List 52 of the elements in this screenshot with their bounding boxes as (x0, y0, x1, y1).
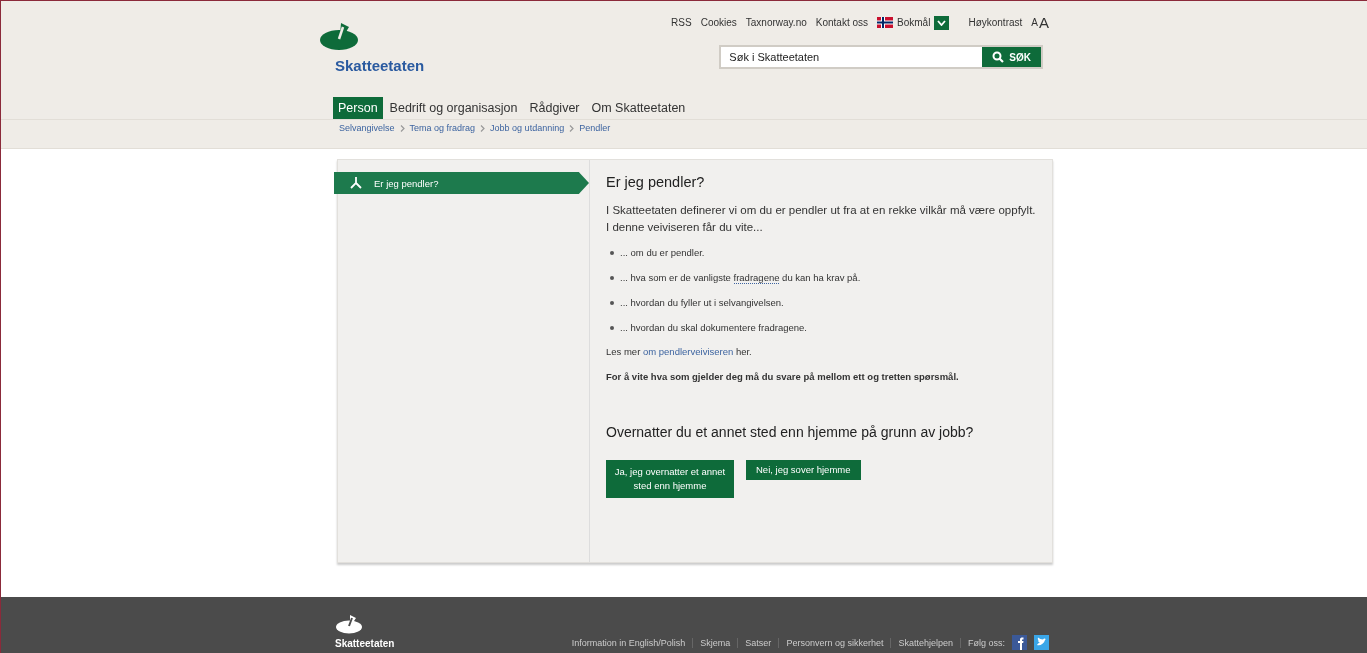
font-size-small-link[interactable]: A (1031, 17, 1038, 28)
language-dropdown-button[interactable] (934, 15, 950, 30)
bullet-item: ... hvordan du fyller ut i selvangivelsen. (620, 296, 784, 309)
read-more-text: Les mer om pendlerveiviseren her. (606, 346, 753, 357)
chevron-icon (399, 124, 405, 132)
bullet-icon (610, 300, 614, 305)
bullet-item: ... hva som er de vanligste fradragene du kan ha krav på. (620, 271, 861, 284)
nav-tab[interactable]: Person (333, 97, 383, 119)
chevron-icon (569, 124, 575, 132)
bullet-icon (610, 250, 614, 255)
bullet-item: ... om du er pendler. (620, 246, 705, 259)
page-title: Er jeg pendler? (606, 174, 706, 190)
top-link[interactable]: RSS (671, 17, 692, 28)
footer-logo-text[interactable]: Skatteetaten (335, 638, 395, 649)
note-text: For å vite hva som gjelder deg må du svare på mellom ett og tretten spørsmål. (606, 371, 960, 382)
chevron-icon (480, 124, 486, 132)
top-link[interactable]: Taxnorway.no (745, 17, 807, 28)
flag-icon (877, 17, 894, 28)
step-item[interactable]: Er jeg pendler? (334, 172, 589, 194)
font-size-large-link[interactable]: A (1039, 14, 1049, 31)
answer-button[interactable]: Ja, jeg overnatter et annet sted enn hjemme (606, 460, 734, 498)
intro-text: I Skatteetaten definerer vi om du er pendler ut fra at en rekke vilkår må være oppfylt. I denne veiviseren får du vite... (606, 203, 1036, 235)
breadcrumb-link[interactable]: Selvangivelse (339, 123, 395, 133)
breadcrumb-link[interactable]: Pendler (579, 123, 611, 133)
answer-button[interactable]: Nei, jeg sover hjemme (746, 460, 861, 480)
footer-link[interactable]: Satser (745, 637, 780, 648)
facebook-icon[interactable] (1012, 635, 1027, 650)
nav-tab[interactable]: Om Skatteetaten (586, 97, 691, 119)
contrast-link[interactable]: Høykontrast (968, 17, 1023, 28)
read-more-link[interactable]: om pendlerveiviseren (642, 346, 734, 357)
bullet-icon (610, 325, 614, 330)
footer-link[interactable]: Personvern og sikkerhet (786, 637, 892, 648)
logo-icon (335, 614, 365, 634)
follow-label: Følg oss: (968, 637, 1005, 648)
language-label[interactable]: Bokmål (897, 17, 931, 28)
term-link[interactable]: fradragene (733, 272, 780, 284)
step-icon (348, 175, 364, 191)
question-text: Overnatter du et annet sted enn hjemme på grunn av jobb? (606, 424, 975, 440)
twitter-icon[interactable] (1034, 635, 1049, 650)
top-link[interactable]: Cookies (700, 17, 737, 28)
footer-link[interactable]: Skattehjelpen (898, 637, 961, 648)
caret-icon (937, 19, 947, 26)
logo-text[interactable]: Skatteetaten (319, 57, 425, 74)
nav-tab[interactable]: Rådgiver (524, 97, 585, 119)
bullet-item: ... hvordan du skal dokumentere fradragene. (620, 321, 807, 334)
top-link[interactable]: Kontakt oss (815, 17, 869, 28)
breadcrumb-link[interactable]: Jobb og utdanning (490, 123, 565, 133)
breadcrumb-link[interactable]: Tema og fradrag (409, 123, 476, 133)
footer-link[interactable]: Skjema (700, 637, 739, 648)
footer-link[interactable]: Information in English/Polish (571, 637, 694, 648)
nav-tab[interactable]: Bedrift og organisasjon (384, 97, 523, 119)
bullet-icon (610, 275, 614, 280)
